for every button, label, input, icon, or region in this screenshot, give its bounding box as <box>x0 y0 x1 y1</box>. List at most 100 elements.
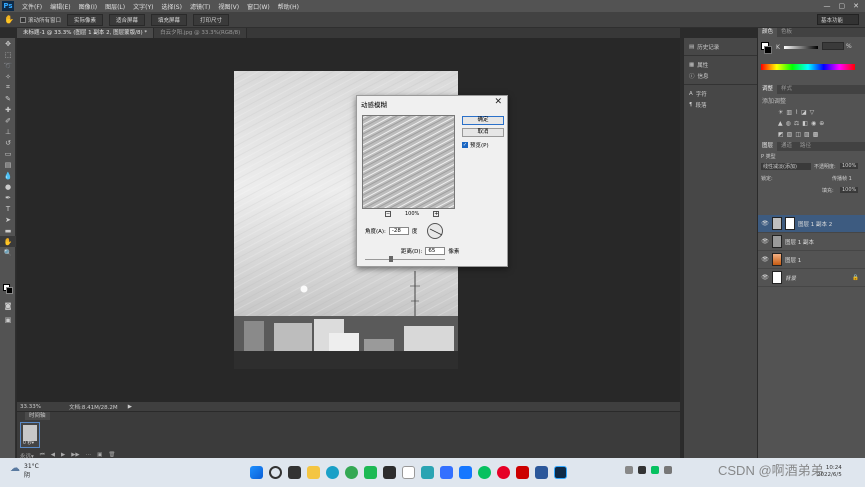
fit-screen-button[interactable]: 适合屏幕 <box>109 13 146 26</box>
history-brush-tool-icon[interactable]: ↺ <box>0 137 16 148</box>
zoom-in-button[interactable]: + <box>433 211 440 217</box>
preview-checkbox[interactable]: ✓ 预览(P) <box>462 141 489 149</box>
distance-slider[interactable] <box>365 259 445 260</box>
properties-panel-button[interactable]: ▦ 属性 <box>684 59 757 70</box>
paragraph-panel-button[interactable]: ¶ 段落 <box>684 99 757 110</box>
tab-clouds-sunset[interactable]: 白云夕阳.jpg @ 33.3%(RGB/8) <box>154 28 248 38</box>
clock[interactable]: 10:24 2022/6/5 <box>817 465 842 479</box>
zoom-tool-icon[interactable]: 🔍 <box>0 247 16 258</box>
quick-mask-icon[interactable]: ◙ <box>0 300 16 311</box>
screen-mode-icon[interactable]: ▣ <box>0 314 16 325</box>
k-slider[interactable] <box>784 46 818 49</box>
angle-input[interactable]: -28 <box>388 227 409 235</box>
clone-stamp-tool-icon[interactable]: ⊥ <box>0 126 16 137</box>
menu-filter[interactable]: 滤镜(T) <box>186 2 214 11</box>
layer-name[interactable]: 背景 <box>785 274 796 282</box>
balance-icon[interactable]: ⚖ <box>794 120 802 127</box>
scroll-all-windows-checkbox[interactable]: 滚动所有窗口 <box>19 16 61 24</box>
bw-icon[interactable]: ◧ <box>802 120 811 127</box>
print-size-button[interactable]: 打印尺寸 <box>193 13 230 26</box>
bg-swatch[interactable] <box>764 46 772 54</box>
gradient-tool-icon[interactable]: ▤ <box>0 159 16 170</box>
zoom-level[interactable]: 33.33% <box>20 404 41 410</box>
tray-icon-1[interactable] <box>625 466 633 474</box>
magic-wand-tool-icon[interactable]: ✧ <box>0 71 16 82</box>
path-selection-tool-icon[interactable]: ➤ <box>0 214 16 225</box>
animation-frame[interactable]: 0 秒▾ <box>20 422 40 448</box>
menu-layer[interactable]: 图层(L) <box>101 2 129 11</box>
netease-music-icon[interactable] <box>497 466 510 479</box>
minimize-button[interactable]: — <box>824 2 831 10</box>
actual-pixels-button[interactable]: 实际像素 <box>66 13 103 26</box>
opacity-input[interactable]: 100% <box>840 163 859 169</box>
layer-kind-filter[interactable]: P 类型 <box>761 153 776 160</box>
k-input[interactable] <box>822 42 844 50</box>
angle-dial[interactable] <box>427 223 443 239</box>
workspace-select[interactable]: 基本功能 <box>817 14 859 25</box>
layer-name[interactable]: 图层 1 副本 <box>785 238 814 246</box>
app-dark-icon[interactable] <box>383 466 396 479</box>
visibility-eye-icon[interactable]: 👁 <box>758 220 772 227</box>
shape-tool-icon[interactable]: ▬ <box>0 225 16 236</box>
weather-widget[interactable]: ☁ 31°C 阴 <box>10 463 39 479</box>
invert-icon[interactable]: ◩ <box>778 131 787 138</box>
app-blue-icon[interactable] <box>459 466 472 479</box>
edge-icon[interactable] <box>326 466 339 479</box>
feishu-icon[interactable] <box>440 466 453 479</box>
crop-tool-icon[interactable]: ⌗ <box>0 82 16 93</box>
tab-styles[interactable]: 样式 <box>777 85 796 94</box>
blur-tool-icon[interactable]: 💧 <box>0 170 16 181</box>
color-spectrum[interactable] <box>761 64 855 70</box>
tab-layers[interactable]: 图层 <box>758 142 778 151</box>
hand-tool-icon[interactable]: ✋ <box>4 15 14 24</box>
history-panel-button[interactable]: ▤ 历史记录 <box>684 41 757 52</box>
app-teal-icon[interactable] <box>421 466 434 479</box>
tray-icon-2[interactable] <box>638 466 646 474</box>
character-panel-button[interactable]: A 字符 <box>684 88 757 99</box>
tab-untitled-1[interactable]: 未标题-1 @ 33.3% (图层 1 副本 2, 图层蒙版/8) * <box>17 28 155 38</box>
dialog-close-button[interactable]: ✕ <box>494 97 502 107</box>
visibility-eye-icon[interactable]: 👁 <box>758 238 772 245</box>
menu-image[interactable]: 图像(I) <box>75 2 101 11</box>
menu-view[interactable]: 视图(V) <box>214 2 243 11</box>
status-menu-arrow-icon[interactable]: ▶ <box>128 404 132 410</box>
eyedropper-tool-icon[interactable]: ✎ <box>0 93 16 104</box>
type-tool-icon[interactable]: T <box>0 203 16 214</box>
layer-mask-thumbnail[interactable] <box>785 217 795 230</box>
chrome-icon[interactable] <box>345 466 358 479</box>
file-explorer-icon[interactable] <box>307 466 320 479</box>
layer-row[interactable]: 👁 背景 🔒 <box>758 269 865 287</box>
selective-color-icon[interactable]: ▨ <box>804 131 813 138</box>
tab-adjustments[interactable]: 调整 <box>758 85 778 94</box>
eraser-tool-icon[interactable]: ▭ <box>0 148 16 159</box>
menu-type[interactable]: 文字(Y) <box>129 2 157 11</box>
distance-input[interactable]: 65 <box>425 247 446 255</box>
tab-color[interactable]: 颜色 <box>758 28 778 37</box>
tab-channels[interactable]: 通道 <box>777 142 796 151</box>
search-icon[interactable] <box>269 466 282 479</box>
maximize-button[interactable]: ▢ <box>839 2 846 10</box>
photoshop-taskbar-icon[interactable] <box>554 466 567 479</box>
menu-select[interactable]: 选择(S) <box>157 2 186 11</box>
tray-icon-4[interactable] <box>664 466 672 474</box>
app-green-icon[interactable] <box>364 466 377 479</box>
visibility-eye-icon[interactable]: 👁 <box>758 256 772 263</box>
layer-row[interactable]: 👁 图层 1 副本 2 <box>758 215 865 233</box>
menu-window[interactable]: 窗口(W) <box>243 2 274 11</box>
healing-brush-tool-icon[interactable]: ✚ <box>0 104 16 115</box>
visibility-eye-icon[interactable]: 👁 <box>758 274 772 281</box>
dodge-tool-icon[interactable]: ● <box>0 181 16 192</box>
layer-row[interactable]: 👁 图层 1 <box>758 251 865 269</box>
move-tool-icon[interactable]: ✥ <box>0 38 16 49</box>
tab-paths[interactable]: 路径 <box>796 142 815 151</box>
brush-tool-icon[interactable]: ✐ <box>0 115 16 126</box>
zoom-out-button[interactable]: − <box>385 211 391 217</box>
exposure-icon[interactable]: ◪ <box>801 109 810 116</box>
windows-start-icon[interactable] <box>250 466 263 479</box>
typora-icon[interactable] <box>402 466 415 479</box>
tray-icon-3[interactable] <box>651 466 659 474</box>
timeline-tab[interactable]: 时间轴 <box>25 412 50 420</box>
pen-tool-icon[interactable]: ✒ <box>0 192 16 203</box>
cancel-button[interactable]: 取消 <box>462 128 504 137</box>
task-view-icon[interactable] <box>288 466 301 479</box>
